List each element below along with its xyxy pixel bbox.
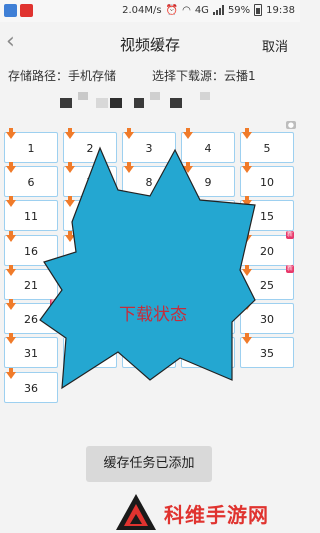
- watermark: 科维手游网: [110, 490, 300, 533]
- watermark-logo: [116, 494, 156, 530]
- download-status-label: 下载状态: [119, 305, 187, 325]
- cache-added-button[interactable]: 缓存任务已添加: [86, 446, 212, 482]
- watermark-text: 科维手游网: [164, 503, 269, 527]
